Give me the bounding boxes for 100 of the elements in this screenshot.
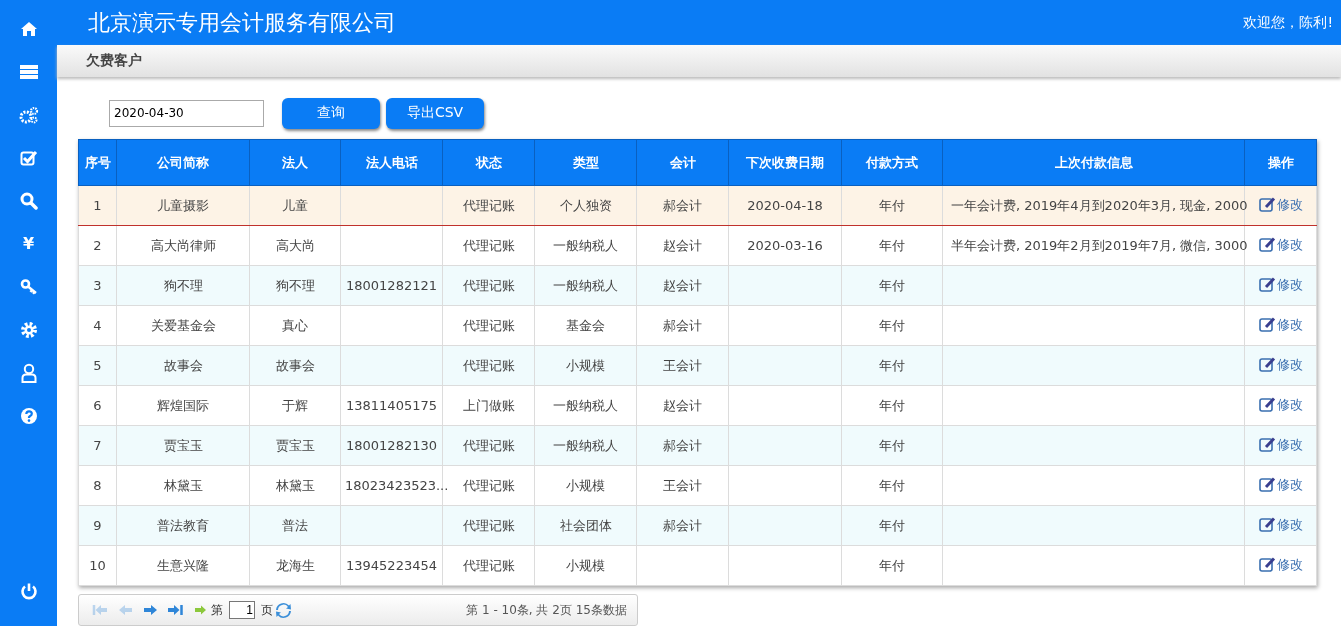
export-button[interactable]: 导出CSV (386, 97, 484, 129)
table-row[interactable]: 9 普法教育 普法 代理记账 社会团体 郝会计 年付 修改 (78, 505, 1317, 546)
table-cell: 一般纳税人 (553, 397, 618, 413)
table-cell: 18023423523... (345, 478, 449, 493)
query-button[interactable]: 查询 (282, 97, 380, 129)
table-cell: 小规模 (566, 557, 605, 573)
home-icon[interactable] (19, 20, 38, 37)
table-cell: 6 (93, 398, 102, 413)
table-cell: 代理记账 (462, 477, 515, 493)
table-cell: 代理记账 (462, 277, 515, 293)
checkbox-icon[interactable] (19, 149, 38, 166)
table-cell: 狗不理 (163, 277, 203, 293)
server-icon[interactable] (19, 63, 38, 80)
table-cell: 儿童 (282, 197, 308, 213)
table-cell: 普法 (282, 517, 308, 533)
table-row[interactable]: 6 辉煌国际 于辉 13811405175 上门做账 一般纳税人 赵会计 年付 修改 (78, 385, 1317, 426)
table-cell: 4 (93, 318, 102, 333)
page-number-field[interactable]: 1 (229, 601, 255, 619)
table-cell: 小规模 (566, 477, 605, 493)
table-cell: 8 (93, 478, 102, 493)
page-title: 欠费客户 (86, 52, 142, 71)
edit-icon (1258, 197, 1276, 213)
column-header: 序号 (78, 139, 117, 186)
table-cell: 9 (93, 518, 102, 533)
table-row[interactable]: 8 林黛玉 林黛玉 18023423523... 代理记账 小规模 王会计 年付 修改 (78, 465, 1317, 506)
table-cell: 2020-03-16 (747, 238, 823, 253)
table-cell: 18001282130 (346, 438, 437, 453)
table-cell: 年付 (879, 277, 905, 293)
next-page-icon[interactable] (142, 602, 159, 618)
column-header: 类型 (534, 139, 637, 186)
table-cell: 半年会计费, 2019年2月到2019年7月, 微信, 3000 (951, 237, 1248, 253)
table-cell: 10 (89, 558, 106, 573)
table-row[interactable]: 1 儿童摄影 儿童 代理记账 个人独资 郝会计 2020-04-18 年付 一年会计费, 2019年4月到2020年3月, 现金, 2000 修改 (78, 185, 1317, 226)
table-cell: 高大尚 (275, 237, 315, 253)
date-field[interactable]: 2020-04-30 (109, 99, 264, 127)
table-cell: 年付 (879, 317, 905, 333)
table-cell: 辉煌国际 (157, 397, 209, 413)
welcome-text: 欢迎您，陈利! (1243, 13, 1333, 32)
column-header: 公司简称 (116, 139, 250, 186)
table-cell: 郝会计 (663, 437, 702, 453)
power-icon[interactable] (19, 581, 38, 600)
edit-icon (1258, 317, 1276, 333)
table-cell: 儿童摄影 (157, 197, 209, 213)
table-cell: 林黛玉 (163, 477, 203, 493)
refresh-icon[interactable] (275, 601, 292, 619)
table-cell: 代理记账 (462, 317, 515, 333)
search-icon[interactable] (19, 191, 38, 210)
column-header: 状态 (442, 139, 535, 186)
table-cell: 高大尚律师 (150, 237, 216, 253)
table-cell: 上门做账 (462, 397, 515, 413)
page-label: 第 (211, 601, 223, 619)
table-cell: 年付 (879, 397, 905, 413)
table-cell: 代理记账 (462, 557, 515, 573)
table-cell: 代理记账 (462, 237, 515, 253)
table-cell: 一般纳税人 (553, 437, 618, 453)
table-cell: 贾宝玉 (275, 437, 315, 453)
table-cell: 基金会 (566, 317, 605, 333)
table-cell: 年付 (879, 477, 905, 493)
table-cell: 林黛玉 (275, 477, 315, 493)
table-row[interactable]: 10 生意兴隆 龙海生 13945223454 代理记账 小规模 年付 修改 (78, 545, 1317, 586)
table-row[interactable]: 4 关爱基金会 真心 代理记账 基金会 郝会计 年付 修改 (78, 305, 1317, 346)
table-cell: 一般纳税人 (553, 237, 618, 253)
edit-icon (1258, 397, 1276, 413)
table-cell: 关爱基金会 (150, 317, 216, 333)
table-row[interactable]: 2 高大尚律师 高大尚 代理记账 一般纳税人 赵会计 2020-03-16 年付 半年会计费, 2019年2月到2019年7月, 微信, 3000 修改 (78, 225, 1317, 266)
table-cell: 年付 (879, 237, 905, 253)
table-cell: 一年会计费, 2019年4月到2020年3月, 现金, 2000 (951, 197, 1248, 213)
table-cell: 2 (93, 238, 102, 253)
column-header: 付款方式 (841, 139, 943, 186)
table-cell: 赵会计 (663, 397, 702, 413)
table-cell: 赵会计 (663, 277, 702, 293)
table-cell: 13811405175 (346, 398, 437, 413)
table-cell: 郝会计 (663, 517, 702, 533)
last-page-icon[interactable] (167, 602, 184, 618)
edit-icon (1258, 237, 1276, 253)
help-icon[interactable] (19, 406, 38, 425)
table-cell: 王会计 (663, 357, 702, 373)
table-cell: 小规模 (566, 357, 605, 373)
user-icon[interactable] (20, 362, 37, 383)
edit-icon (1258, 477, 1276, 493)
table-cell: 7 (93, 438, 102, 453)
table-cell: 年付 (879, 517, 905, 533)
key-icon[interactable] (19, 277, 38, 296)
table-cell: 生意兴隆 (157, 557, 209, 573)
table-cell: 郝会计 (663, 197, 702, 213)
table-row[interactable]: 5 故事会 故事会 代理记账 小规模 王会计 年付 修改 (78, 345, 1317, 386)
table-row[interactable]: 7 贾宝玉 贾宝玉 18001282130 代理记账 一般纳税人 郝会计 年付 修改 (78, 425, 1317, 466)
table-cell: 年付 (879, 557, 905, 573)
table-row[interactable]: 3 狗不理 狗不理 18001282121 代理记账 一般纳税人 赵会计 年付 修改 (78, 265, 1317, 306)
table-cell: 5 (93, 358, 102, 373)
table-cell: 郝会计 (663, 317, 702, 333)
table-cell: 于辉 (282, 397, 308, 413)
yen-icon[interactable]: ¥ (22, 234, 35, 253)
edit-icon (1258, 357, 1276, 373)
table-cell: 社会团体 (559, 517, 612, 533)
table-cell: 1 (93, 198, 102, 213)
column-header: 法人电话 (340, 139, 443, 186)
table-cell: 王会计 (663, 477, 702, 493)
edit-icon (1258, 437, 1276, 453)
gear-icon[interactable] (19, 320, 38, 339)
